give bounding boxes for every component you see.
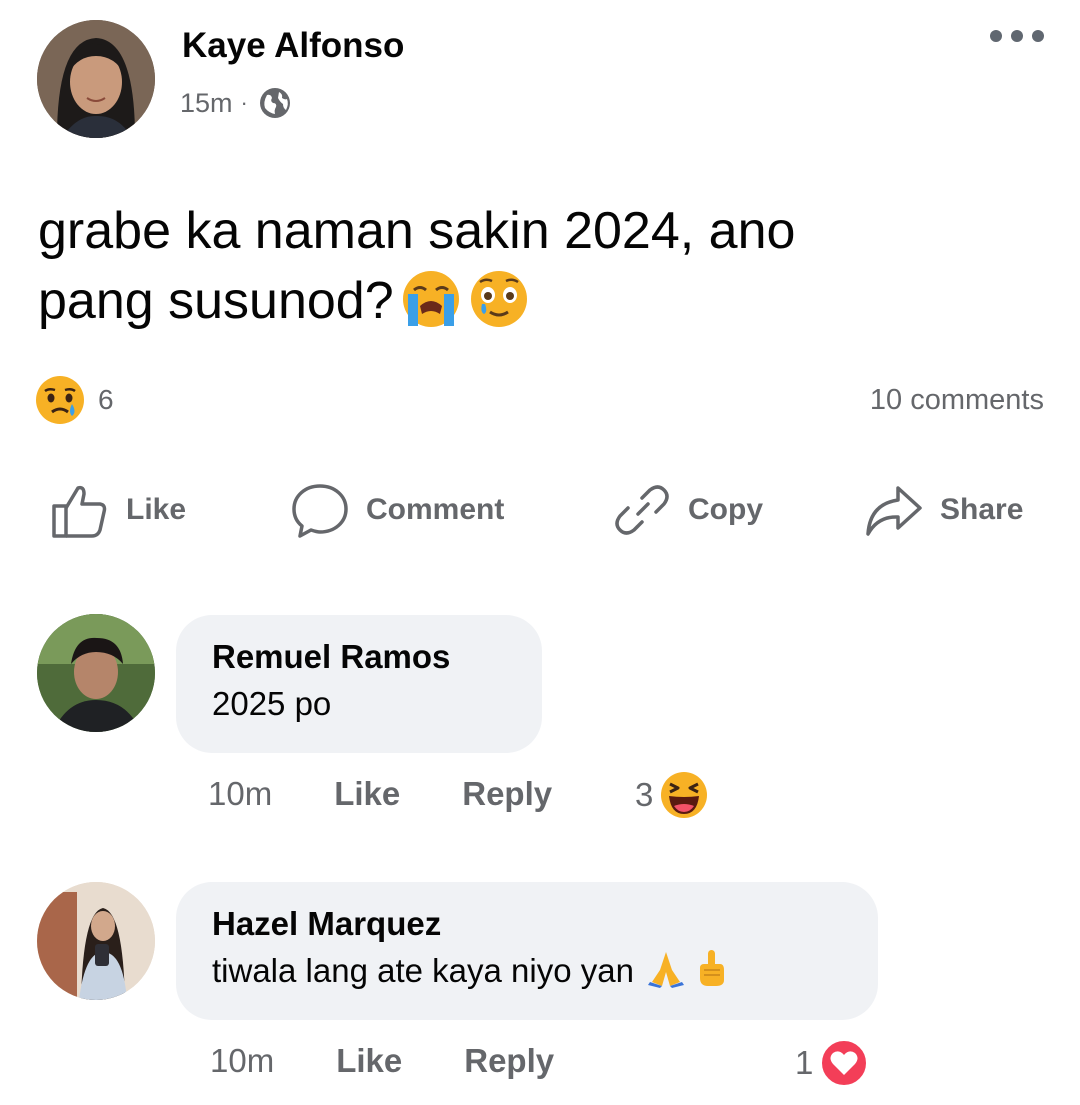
share-button[interactable]: Share xyxy=(864,480,1023,540)
commenter-name[interactable]: Hazel Marquez xyxy=(212,902,842,946)
loudly-crying-face-icon xyxy=(400,268,462,330)
sad-reaction-icon xyxy=(36,376,84,424)
reactions-summary[interactable]: 6 xyxy=(34,374,114,426)
share-icon xyxy=(866,486,922,536)
post-author-avatar[interactable] xyxy=(37,20,155,138)
comment-reactions[interactable]: 1 xyxy=(795,1038,869,1088)
post-time[interactable]: 15m xyxy=(180,88,233,119)
like-label: Like xyxy=(126,493,187,526)
comments-count[interactable]: 10 comments xyxy=(870,384,1044,417)
comment-button[interactable]: Comment xyxy=(290,480,504,540)
comment-text-body: tiwala lang ate kaya niyo yan xyxy=(212,952,634,989)
commenter-name[interactable]: Remuel Ramos xyxy=(212,635,506,679)
post-text-line-1: grabe ka naman sakin 2024, ano xyxy=(38,202,796,260)
comment-reaction-count: 1 xyxy=(795,1044,814,1081)
more-dot xyxy=(990,30,1002,42)
comment-meta: 10m Like Reply xyxy=(210,1042,554,1080)
thumbs-up-icon xyxy=(52,485,107,538)
face-holding-back-tears-icon xyxy=(468,268,530,330)
love-reaction-icon xyxy=(820,1039,869,1087)
post-meta: 15m · xyxy=(180,86,292,120)
share-label: Share xyxy=(940,493,1024,526)
haha-reaction-icon xyxy=(661,772,708,818)
index-pointing-up-icon xyxy=(690,948,730,988)
post-text-line-2: pang susunod? xyxy=(38,266,998,336)
post-text: grabe ka naman sakin 2024, ano pang susu… xyxy=(38,196,998,336)
copy-link-button[interactable]: Copy xyxy=(612,480,763,540)
comment-reactions[interactable]: 3 xyxy=(635,770,709,820)
comment-text: tiwala lang ate kaya niyo yan xyxy=(212,946,842,996)
post-action-bar: Like Comment Copy Share xyxy=(0,480,1080,550)
comment-icon xyxy=(292,484,348,538)
comment-like-button[interactable]: Like xyxy=(336,1042,402,1080)
comment-reply-button[interactable]: Reply xyxy=(464,1042,554,1080)
more-dot xyxy=(1011,30,1023,42)
link-icon xyxy=(615,485,669,535)
comment-label: Comment xyxy=(366,493,505,526)
commenter-avatar[interactable] xyxy=(37,882,155,1000)
post-author-name[interactable]: Kaye Alfonso xyxy=(182,26,404,66)
comment-reaction-count: 3 xyxy=(635,776,654,813)
reaction-count: 6 xyxy=(98,384,114,415)
comment-meta: 10m Like Reply xyxy=(208,775,552,813)
more-dot xyxy=(1032,30,1044,42)
comment-bubble: Hazel Marquez tiwala lang ate kaya niyo … xyxy=(176,882,878,1020)
comment-time[interactable]: 10m xyxy=(210,1042,274,1080)
like-button[interactable]: Like xyxy=(50,480,186,540)
comment-time[interactable]: 10m xyxy=(208,775,272,813)
globe-icon[interactable] xyxy=(258,86,292,120)
copy-label: Copy xyxy=(688,493,763,526)
comment-like-button[interactable]: Like xyxy=(334,775,400,813)
meta-separator: · xyxy=(240,90,248,115)
folded-hands-icon xyxy=(646,948,686,988)
comment-reply-button[interactable]: Reply xyxy=(462,775,552,813)
post-text-line-2-text: pang susunod? xyxy=(38,272,394,330)
more-options-button[interactable] xyxy=(990,30,1044,42)
comment-bubble: Remuel Ramos 2025 po xyxy=(176,615,542,753)
comment-text: 2025 po xyxy=(212,685,332,722)
commenter-avatar[interactable] xyxy=(37,614,155,732)
